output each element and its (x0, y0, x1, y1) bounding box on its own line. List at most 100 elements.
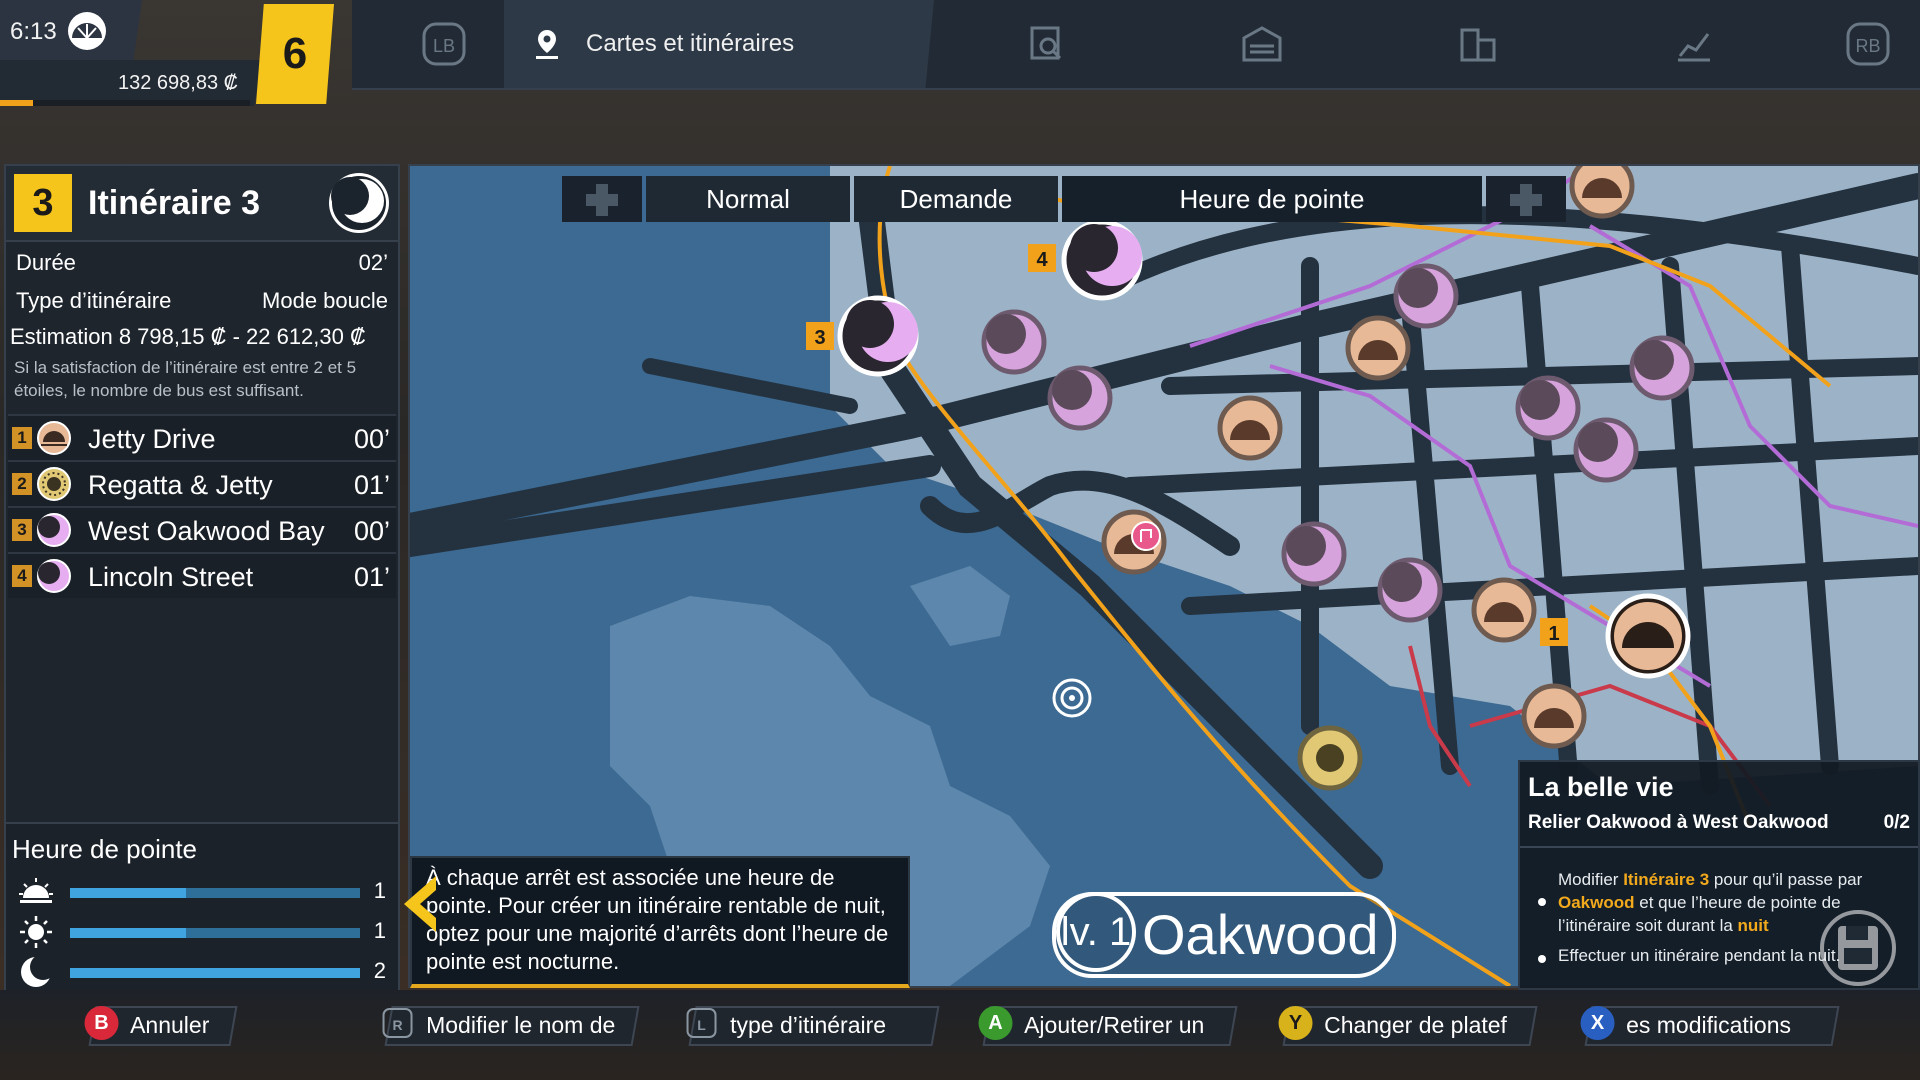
stop-time: 00’ (353, 424, 390, 454)
stop-name: West Oakwood Bay (88, 516, 325, 546)
stop-row[interactable]: 4 Lincoln Street 01’ (8, 552, 396, 598)
stop-marker-3: 3 (806, 322, 834, 350)
save-changes-button[interactable]: X es modifications (1580, 1006, 1840, 1046)
svg-text:L: L (697, 1017, 706, 1033)
night-stop-icon[interactable] (837, 295, 919, 377)
stop-row[interactable]: 1 Jetty Drive 00’ (8, 414, 396, 460)
stop-name: Jetty Drive (88, 424, 216, 454)
route-hint-note: Si la satisfaction de l’itinéraire est e… (14, 358, 357, 400)
stop-marker-1: 1 (1540, 618, 1568, 646)
district-label[interactable]: lv. 1 Oakwood (1052, 892, 1396, 978)
dpad-right-icon[interactable] (1486, 176, 1566, 222)
night-stop-icon[interactable] (1377, 557, 1443, 623)
stop-index: 1 (12, 427, 32, 449)
tip-text: À chaque arrêt est associée une heure de… (426, 865, 889, 974)
tab-normal[interactable]: Normal (646, 176, 850, 222)
stop-marker-4: 4 (1028, 244, 1056, 272)
mission-progress: 0/2 (1883, 812, 1910, 833)
game-time: 6:13 (10, 18, 57, 45)
cancel-button[interactable]: B Annuler (84, 1006, 238, 1046)
route-title[interactable]: Itinéraire 3 (88, 184, 260, 223)
cancel-label: Annuler (130, 1012, 210, 1038)
peak-row-night: 2 (14, 954, 394, 992)
chevron-left-icon (404, 876, 436, 932)
svg-text:4: 4 (1036, 249, 1048, 271)
tab-label: Cartes et itinéraires (586, 30, 795, 57)
a-button-icon: A (978, 1006, 1013, 1040)
lt-trigger-icon: L (686, 1008, 717, 1038)
dawn-stop-icon[interactable] (1471, 577, 1537, 643)
statistics-chart-icon[interactable] (1672, 22, 1716, 66)
mission-subtitle: Relier Oakwood à West Oakwood (1528, 812, 1829, 833)
rt-trigger-icon: R (382, 1008, 413, 1038)
peak-count: 2 (373, 958, 386, 983)
change-platform-label: Changer de platef (1324, 1012, 1507, 1038)
night-moon-icon (37, 513, 71, 547)
save-changes-label: es modifications (1626, 1012, 1792, 1038)
peak-row-dawn: 1 (14, 874, 394, 912)
b-button-icon: B (84, 1006, 119, 1040)
night-stop-icon[interactable] (1629, 335, 1695, 401)
duration-label: Durée (16, 250, 76, 275)
bullet (1538, 955, 1546, 963)
selection-pin-icon[interactable] (1131, 521, 1161, 551)
night-stop-icon[interactable] (1393, 263, 1459, 329)
duration-value: 02’ (358, 250, 388, 275)
night-stop-icon[interactable] (1047, 365, 1113, 431)
night-stop-icon[interactable] (1281, 521, 1347, 587)
route-type-label: type d’itinéraire (730, 1012, 887, 1038)
route-header: 3 Itinéraire 3 (6, 166, 398, 242)
mission-title: La belle vie (1528, 772, 1674, 802)
night-stop-icon[interactable] (1573, 417, 1639, 483)
peak-bar (70, 928, 360, 938)
rename-label: Modifier le nom de (426, 1012, 616, 1038)
peak-count: 1 (373, 878, 386, 903)
district-name: Oakwood (1142, 903, 1379, 966)
y-button-icon: Y (1278, 1006, 1313, 1040)
change-platform-button[interactable]: Y Changer de platef (1278, 1006, 1538, 1046)
depot-garage-icon[interactable] (1240, 22, 1284, 66)
rename-button[interactable]: R Modifier le nom de (382, 1006, 640, 1046)
stop-name: Regatta & Jetty (88, 470, 273, 500)
stop-time: 00’ (353, 516, 390, 546)
xp-progress-bar (0, 100, 250, 106)
tab-demand[interactable]: Demande (854, 176, 1058, 222)
tab-peak-hours[interactable]: Heure de pointe (1062, 176, 1482, 222)
route-number-badge: 3 (14, 174, 72, 232)
dawn-stop-icon[interactable] (1521, 683, 1587, 749)
stop-index: 3 (12, 519, 32, 541)
dawn-sun-icon (37, 421, 71, 455)
dpad-left-icon[interactable] (562, 176, 642, 222)
city-buildings-icon[interactable] (1456, 22, 1500, 66)
svg-text:1: 1 (1548, 623, 1559, 645)
dawn-stop-icon[interactable] (1605, 593, 1691, 679)
peak-hours-title: Heure de pointe (12, 834, 198, 864)
search-document-icon[interactable] (1024, 22, 1068, 66)
route-type-label: Type d’itinéraire (16, 288, 172, 313)
night-stop-icon[interactable] (1061, 219, 1143, 301)
day-stop-icon[interactable] (1297, 725, 1363, 791)
night-stop-icon[interactable] (1515, 375, 1581, 441)
add-remove-stop-button[interactable]: A Ajouter/Retirer un (978, 1006, 1238, 1046)
stop-row[interactable]: 2 Regatta & Jetty 01’ (8, 460, 396, 506)
stop-time: 01’ (353, 562, 390, 592)
dawn-stop-icon[interactable] (1217, 395, 1283, 461)
map-pin-icon (536, 30, 558, 59)
night-moon-icon (37, 559, 71, 593)
night-moon-icon (21, 954, 54, 987)
tutorial-tip: À chaque arrêt est associée une heure de… (410, 856, 910, 988)
peak-bar (70, 888, 360, 898)
xp-progress-fill (0, 100, 33, 106)
stop-index: 2 (12, 473, 32, 495)
rb-bumper-icon[interactable]: RB (1846, 22, 1890, 66)
save-disk-icon (1820, 910, 1896, 986)
lb-bumper-icon[interactable]: LB (422, 22, 466, 66)
bullet (1538, 898, 1546, 906)
peak-bar (70, 968, 360, 978)
night-stop-icon[interactable] (981, 309, 1047, 375)
svg-text:3: 3 (814, 327, 825, 349)
day-sun-icon (20, 916, 52, 948)
dawn-stop-icon[interactable] (1345, 315, 1411, 381)
route-type-button[interactable]: L type d’itinéraire (686, 1006, 940, 1046)
stop-row[interactable]: 3 West Oakwood Bay 00’ (8, 506, 396, 552)
